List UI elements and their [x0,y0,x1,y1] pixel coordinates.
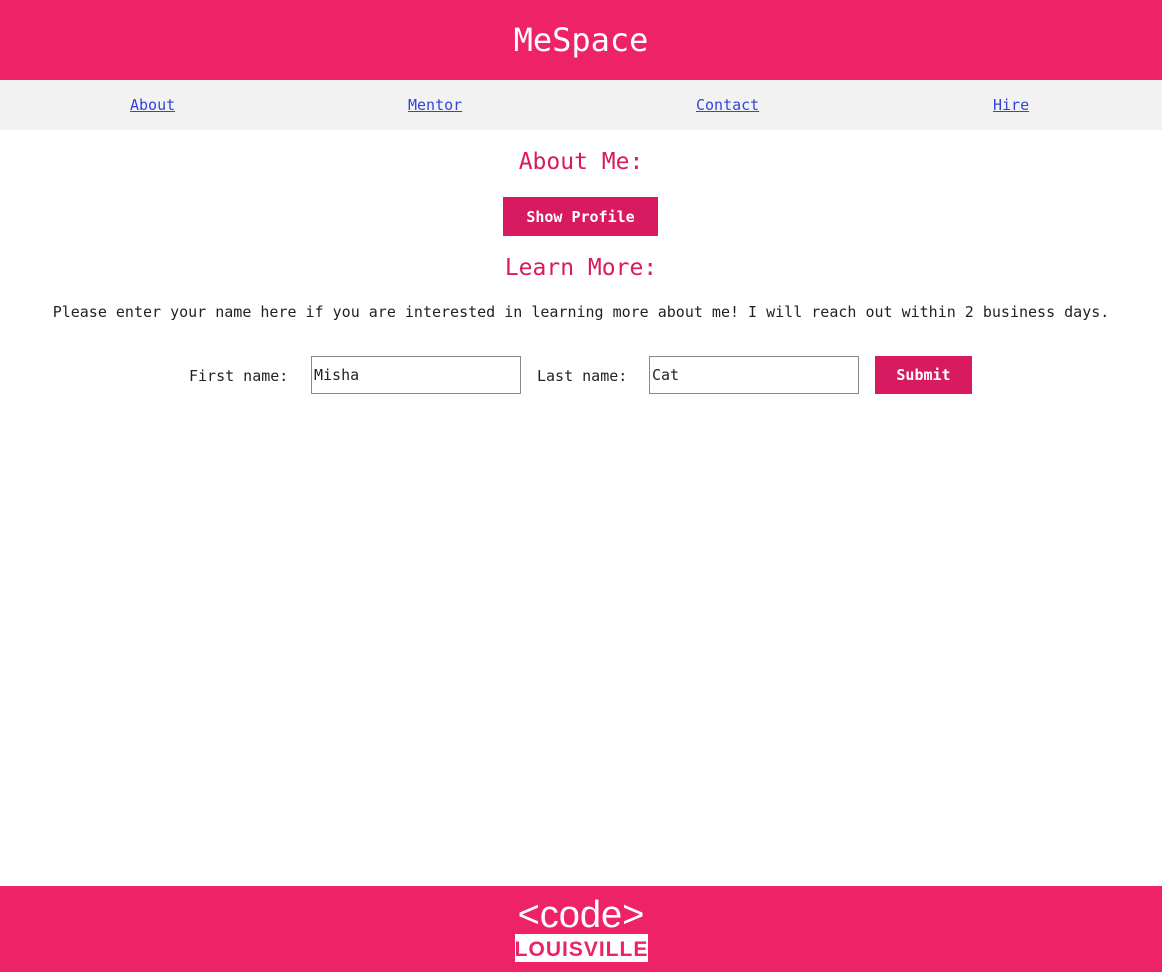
learn-more-heading: Learn More: [504,255,658,281]
last-name-input[interactable] [649,356,859,394]
first-name-input[interactable] [311,356,521,394]
submit-button[interactable]: Submit [875,356,972,394]
code-louisville-logo: <code> LOUISVILLE [515,894,649,962]
site-header: MeSpace [0,0,1162,80]
about-heading: About Me: [518,149,644,175]
first-name-label: First name: [189,367,289,385]
logo-code-text: <code> [518,894,645,936]
show-profile-button[interactable]: Show Profile [503,197,658,236]
nav-link-mentor[interactable]: Mentor [408,96,462,114]
nav-link-hire[interactable]: Hire [993,96,1029,114]
nav-link-about[interactable]: About [130,96,175,114]
learn-more-intro-text: Please enter your name here if you are i… [52,303,1110,321]
nav-link-contact[interactable]: Contact [696,96,759,114]
last-name-label: Last name: [537,367,628,385]
site-title: MeSpace [513,21,649,59]
logo-louisville-text: LOUISVILLE [515,938,649,961]
nav-bar: About Mentor Contact Hire [0,80,1162,130]
